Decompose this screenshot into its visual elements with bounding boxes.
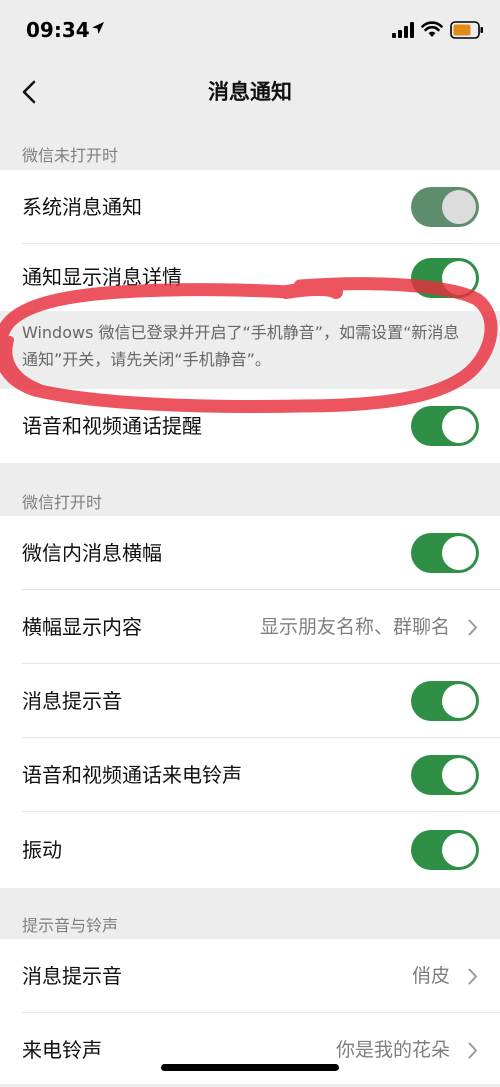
settings-group-app-open: 微信内消息横幅 横幅显示内容 显示朋友名称、群聊名 消息提示音 语音和视频通话来… [0,516,500,888]
row-label: 系统消息通知 [22,195,142,219]
battery-icon [450,21,483,39]
row-label: 语音和视频通话提醒 [22,414,202,438]
in-app-banner-toggle[interactable] [411,533,479,573]
section-header-app-closed: 微信未打开时 [22,146,119,165]
row-call-reminder: 语音和视频通话提醒 [0,389,500,463]
row-call-ringtone: 语音和视频通话来电铃声 [0,738,500,812]
silent-mode-notice: Windows 微信已登录并开启了“手机静音”，如需设置“新消息通知”开关，请先… [0,311,500,389]
row-system-notification: 系统消息通知 [0,170,500,244]
row-label: 微信内消息横幅 [22,541,162,565]
row-message-tone[interactable]: 消息提示音 俏皮 [0,939,500,1013]
call-reminder-toggle[interactable] [411,406,479,446]
row-show-message-details: 通知显示消息详情 [0,244,500,311]
system-notification-toggle[interactable] [411,187,479,227]
row-value: 显示朋友名称、群聊名 [259,616,450,638]
call-ringtone-toggle[interactable] [411,755,479,795]
page-title: 消息通知 [208,80,292,104]
settings-group-call-reminder: 语音和视频通话提醒 [0,389,500,463]
row-incoming-ringtone[interactable]: 来电铃声 你是我的花朵 [0,1013,500,1084]
notice-text: Windows 微信已登录并开启了“手机静音”，如需设置“新消息通知”开关，请先… [22,323,460,369]
row-label: 消息提示音 [22,964,122,988]
row-label: 消息提示音 [22,689,122,713]
chevron-right-icon [468,968,477,985]
row-value: 你是我的花朵 [335,1039,450,1061]
row-message-sound: 消息提示音 [0,664,500,738]
row-label: 振动 [22,838,62,862]
status-bar: 09:34 [0,0,500,60]
section-header-sounds: 提示音与铃声 [22,916,119,935]
row-label: 通知显示消息详情 [22,265,182,289]
location-arrow-icon [92,22,104,34]
row-label: 语音和视频通话来电铃声 [22,763,242,787]
row-value: 俏皮 [411,965,450,987]
cellular-signal-icon [392,22,414,38]
wifi-icon [421,21,443,37]
show-message-details-toggle[interactable] [411,258,479,298]
status-time: 09:34 [26,18,90,42]
home-indicator [161,1064,339,1071]
row-label: 横幅显示内容 [22,615,142,639]
row-label: 来电铃声 [22,1038,102,1062]
vibration-toggle[interactable] [411,830,479,870]
section-header-app-open: 微信打开时 [22,493,103,512]
nav-bar: 消息通知 [0,60,500,130]
row-vibration: 振动 [0,813,500,887]
settings-group-sounds: 消息提示音 俏皮 来电铃声 你是我的花朵 [0,939,500,1084]
message-sound-toggle[interactable] [411,681,479,721]
row-banner-content[interactable]: 横幅显示内容 显示朋友名称、群聊名 [0,590,500,664]
chevron-right-icon [468,619,477,636]
chevron-right-icon [468,1042,477,1059]
settings-group-app-closed: 系统消息通知 通知显示消息详情 [0,170,500,311]
row-in-app-banner: 微信内消息横幅 [0,516,500,590]
